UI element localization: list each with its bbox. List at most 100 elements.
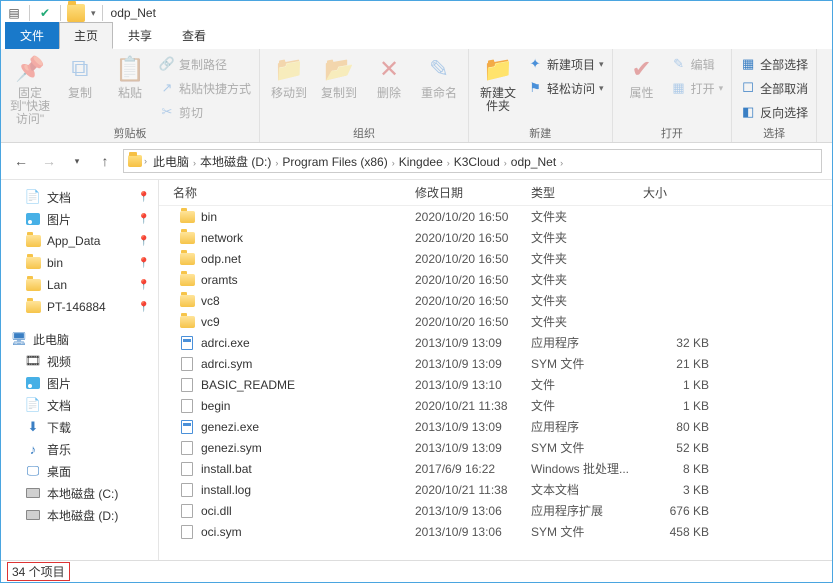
- paste-button[interactable]: 📋粘贴: [107, 51, 153, 100]
- tab-share[interactable]: 共享: [113, 22, 167, 49]
- cell-name: genezi.exe: [159, 419, 415, 435]
- nav-item[interactable]: ♪音乐: [1, 438, 158, 460]
- chevron-right-icon[interactable]: ›: [560, 158, 563, 168]
- qat-check-icon[interactable]: ✔: [36, 4, 54, 22]
- cell-type: SYM 文件: [531, 355, 643, 372]
- crumb[interactable]: 此电脑: [149, 155, 193, 169]
- pastelnk-button[interactable]: ↗粘贴快捷方式: [157, 77, 253, 99]
- moveto-button[interactable]: 📁移动到: [266, 51, 312, 100]
- table-row[interactable]: install.log2020/10/21 11:38文本文档3 KB: [159, 479, 832, 500]
- nav-item[interactable]: 本地磁盘 (D:): [1, 504, 158, 526]
- file-name: begin: [201, 399, 230, 413]
- qat-dropdown-icon[interactable]: ▾: [91, 8, 96, 19]
- crumb[interactable]: Program Files (x86): [278, 155, 391, 169]
- nav-item[interactable]: Lan📍: [1, 274, 158, 296]
- nav-item[interactable]: 图片📍: [1, 208, 158, 230]
- table-row[interactable]: bin2020/10/20 16:50文件夹: [159, 206, 832, 227]
- nav-item[interactable]: PT-146884📍: [1, 296, 158, 318]
- table-row[interactable]: adrci.sym2013/10/9 13:09SYM 文件21 KB: [159, 353, 832, 374]
- table-row[interactable]: install.bat2017/6/9 16:22Windows 批处理...8…: [159, 458, 832, 479]
- table-row[interactable]: oci.sym2013/10/9 13:06SYM 文件458 KB: [159, 521, 832, 542]
- open-button[interactable]: ▦打开: [669, 77, 726, 99]
- back-button[interactable]: ←: [11, 151, 31, 171]
- address-bar[interactable]: › 此电脑›本地磁盘 (D:)›Program Files (x86)›King…: [123, 149, 822, 173]
- column-headers[interactable]: 名称 修改日期 类型 大小: [159, 180, 832, 206]
- nav-item[interactable]: 📄文档📍: [1, 186, 158, 208]
- tab-file[interactable]: 文件: [5, 22, 59, 49]
- copy-button[interactable]: ⧉复制: [57, 51, 103, 100]
- copypath-button[interactable]: 🔗复制路径: [157, 53, 253, 75]
- selectinv-button[interactable]: ◧反向选择: [738, 101, 810, 123]
- table-row[interactable]: adrci.exe2013/10/9 13:09应用程序32 KB: [159, 332, 832, 353]
- newitem-button[interactable]: ✦新建项目: [525, 53, 606, 75]
- nav-label: PT-146884: [47, 300, 106, 314]
- table-row[interactable]: oramts2020/10/20 16:50文件夹: [159, 269, 832, 290]
- crumb[interactable]: odp_Net: [507, 155, 560, 169]
- col-date[interactable]: 修改日期: [415, 184, 531, 201]
- col-type[interactable]: 类型: [531, 184, 643, 201]
- nav-label: 此电脑: [33, 331, 69, 348]
- nav-item[interactable]: App_Data📍: [1, 230, 158, 252]
- cell-date: 2020/10/20 16:50: [415, 294, 531, 308]
- col-name[interactable]: 名称: [159, 184, 415, 201]
- qat-sep: [60, 5, 61, 21]
- newitem-icon: ✦: [527, 56, 543, 72]
- pin-icon: 📍: [138, 236, 150, 247]
- table-row[interactable]: vc82020/10/20 16:50文件夹: [159, 290, 832, 311]
- chevron-right-icon[interactable]: ›: [144, 156, 147, 166]
- crumb[interactable]: K3Cloud: [450, 155, 504, 169]
- qat-props-icon[interactable]: ▤: [5, 4, 23, 22]
- file-name: vc9: [201, 315, 220, 329]
- status-bar: 34 个项目: [1, 560, 832, 582]
- picture-icon: [25, 375, 41, 391]
- cut-button[interactable]: ✂剪切: [157, 101, 253, 123]
- crumb[interactable]: 本地磁盘 (D:): [196, 155, 275, 169]
- desktop-icon: 🖵: [25, 463, 41, 479]
- easyaccess-button[interactable]: ⚑轻松访问: [525, 77, 606, 99]
- edit-label: 编辑: [691, 56, 715, 73]
- col-size[interactable]: 大小: [643, 184, 723, 201]
- properties-button[interactable]: ✔属性: [619, 51, 665, 100]
- table-row[interactable]: vc92020/10/20 16:50文件夹: [159, 311, 832, 332]
- file-icon: [179, 524, 195, 540]
- selectnone-button[interactable]: ☐全部取消: [738, 77, 810, 99]
- cell-name: odp.net: [159, 251, 415, 267]
- up-button[interactable]: ↑: [95, 151, 115, 171]
- crumb[interactable]: Kingdee: [395, 155, 447, 169]
- rename-button[interactable]: ✎重命名: [416, 51, 462, 100]
- newfolder-button[interactable]: 📁新建文件夹: [475, 51, 521, 113]
- table-row[interactable]: genezi.exe2013/10/9 13:09应用程序80 KB: [159, 416, 832, 437]
- pin-label: 固定到"快速访问": [7, 87, 53, 126]
- file-icon: [179, 377, 195, 393]
- table-row[interactable]: genezi.sym2013/10/9 13:09SYM 文件52 KB: [159, 437, 832, 458]
- table-row[interactable]: BASIC_README2013/10/9 13:10文件1 KB: [159, 374, 832, 395]
- edit-button[interactable]: ✎编辑: [669, 53, 726, 75]
- cell-name: adrci.exe: [159, 335, 415, 351]
- nav-item[interactable]: 本地磁盘 (C:): [1, 482, 158, 504]
- nav-item[interactable]: 图片: [1, 372, 158, 394]
- copyto-icon: 📂: [323, 53, 355, 85]
- forward-button[interactable]: →: [39, 151, 59, 171]
- copyto-button[interactable]: 📂复制到: [316, 51, 362, 100]
- nav-item[interactable]: 🖵桌面: [1, 460, 158, 482]
- nav-thispc[interactable]: 🖥此电脑: [1, 328, 158, 350]
- nav-pane[interactable]: 📄文档📍图片📍App_Data📍bin📍Lan📍PT-146884📍🖥此电脑🎞视…: [1, 180, 159, 560]
- selectall-button[interactable]: ▦全部选择: [738, 53, 810, 75]
- cell-type: 文件: [531, 397, 643, 414]
- tab-view[interactable]: 查看: [167, 22, 221, 49]
- tab-home[interactable]: 主页: [59, 22, 113, 49]
- table-row[interactable]: odp.net2020/10/20 16:50文件夹: [159, 248, 832, 269]
- nav-item[interactable]: 🎞视频: [1, 350, 158, 372]
- recent-dropdown[interactable]: ▾: [67, 151, 87, 171]
- table-row[interactable]: oci.dll2013/10/9 13:06应用程序扩展676 KB: [159, 500, 832, 521]
- nav-item[interactable]: bin📍: [1, 252, 158, 274]
- file-name: adrci.sym: [201, 357, 252, 371]
- nav-item[interactable]: ⬇下载: [1, 416, 158, 438]
- table-row[interactable]: network2020/10/20 16:50文件夹: [159, 227, 832, 248]
- exe-icon: [179, 419, 195, 435]
- table-row[interactable]: begin2020/10/21 11:38文件1 KB: [159, 395, 832, 416]
- nav-item[interactable]: 📄文档: [1, 394, 158, 416]
- delete-button[interactable]: ✕删除: [366, 51, 412, 100]
- pin-button[interactable]: 📌固定到"快速访问": [7, 51, 53, 126]
- pin-icon: 📍: [138, 192, 150, 203]
